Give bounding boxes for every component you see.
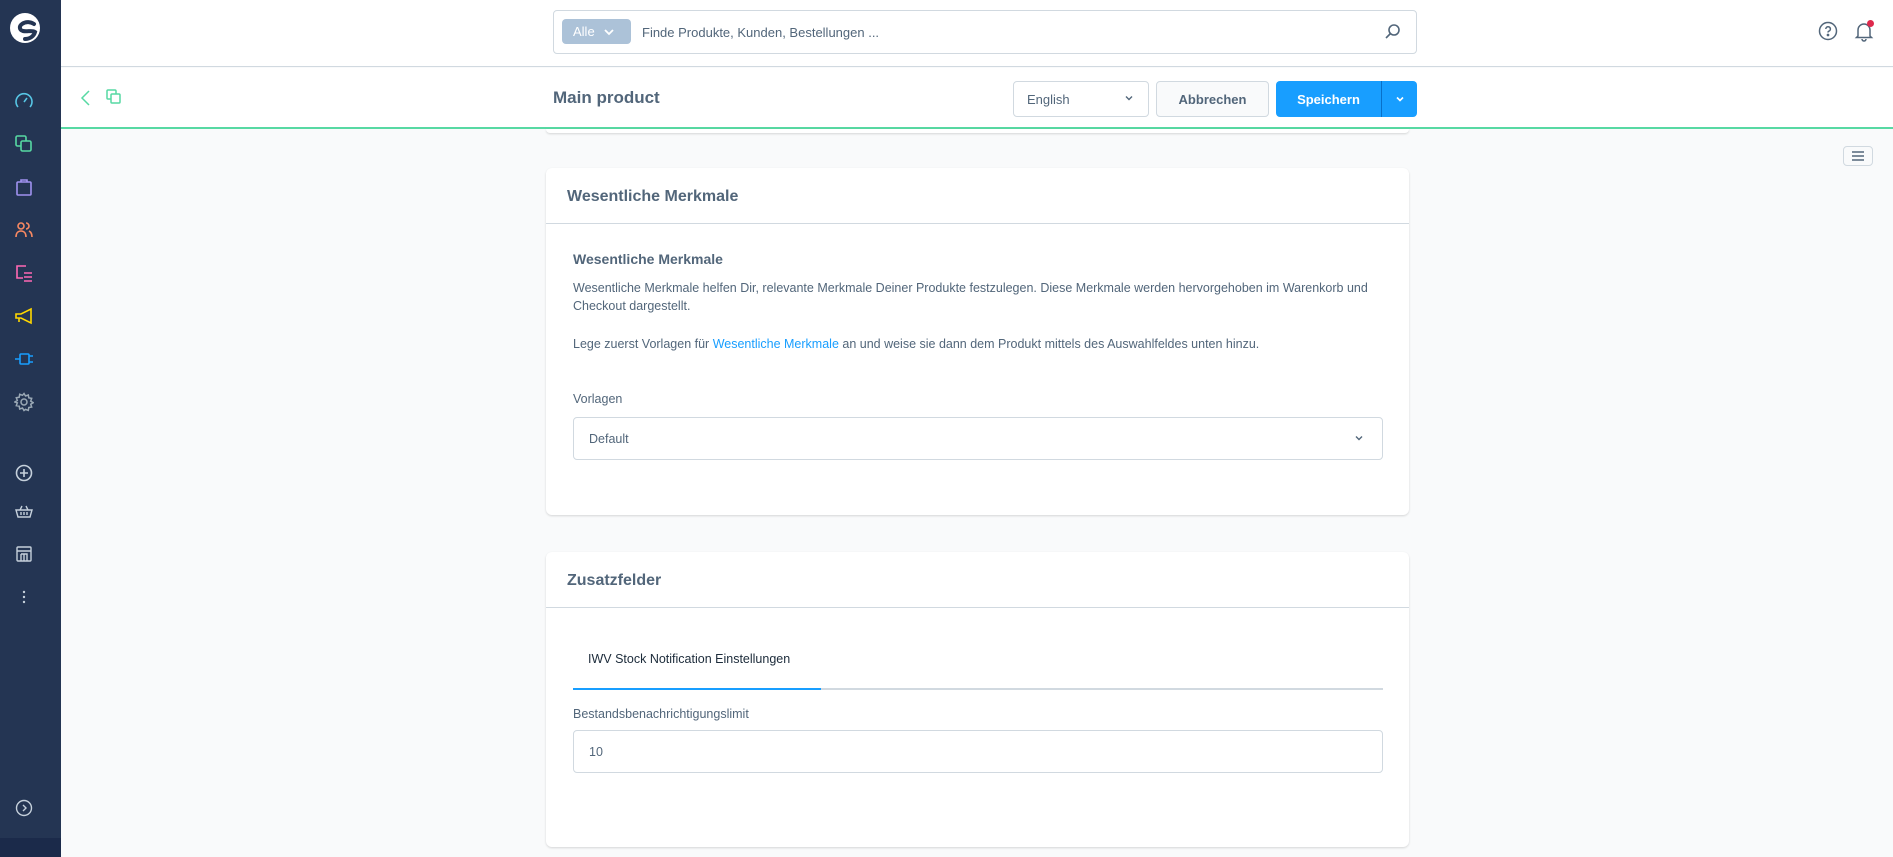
top-bar-actions [1817, 20, 1875, 42]
smart-bar: Main product English Abbrechen Speichern [61, 68, 1893, 129]
sidebar-item-dashboard[interactable] [13, 90, 35, 112]
tab-iwv-stock-notification[interactable]: IWV Stock Notification Einstellungen [573, 634, 821, 690]
chevron-down-icon [1355, 436, 1363, 441]
cancel-button[interactable]: Abbrechen [1156, 81, 1269, 117]
global-search: Alle [553, 10, 1417, 54]
sidebar-footer [0, 838, 61, 857]
top-bar: Alle [61, 0, 1893, 67]
section-title: Wesentliche Merkmale [573, 251, 723, 267]
sidebar-toggle-button[interactable] [1843, 146, 1873, 166]
dashboard-icon [15, 92, 33, 108]
sidebar-item-content[interactable] [13, 262, 35, 284]
card-title: Zusatzfelder [546, 552, 1409, 608]
sidebar-expand-button[interactable] [13, 797, 35, 819]
plus-circle-icon [15, 464, 33, 482]
notifications-button[interactable] [1853, 20, 1875, 42]
help-button[interactable] [1817, 20, 1839, 42]
sidebar-item-catalogues[interactable] [13, 133, 35, 155]
megaphone-icon [15, 307, 32, 325]
content-icon [16, 265, 32, 282]
search-input[interactable] [642, 19, 1372, 45]
plug-icon [15, 353, 33, 365]
help-circle-icon [1818, 21, 1838, 41]
storefront-icon [16, 546, 32, 562]
hint-text-before: Lege zuerst Vorlagen für [573, 337, 713, 351]
language-switch[interactable]: English [1013, 81, 1149, 117]
menu-icon [1852, 151, 1864, 161]
back-arrow-icon[interactable] [79, 88, 93, 108]
stock-notification-limit-input[interactable] [573, 730, 1383, 773]
sidebar-add-sales-channel[interactable] [13, 462, 35, 484]
gear-icon [14, 392, 34, 412]
card-title: Wesentliche Merkmale [546, 168, 1409, 224]
admin-sidebar [0, 0, 61, 857]
basket-icon [15, 505, 33, 518]
templates-label: Vorlagen [573, 392, 623, 406]
shopware-logo-icon[interactable] [9, 12, 41, 44]
sidebar-item-settings[interactable] [13, 391, 35, 413]
save-options-button[interactable] [1381, 81, 1417, 117]
chevron-down-icon [1395, 96, 1404, 102]
previous-card-edge [546, 129, 1409, 133]
shopping-bag-icon [16, 179, 32, 196]
chevron-down-icon [604, 28, 614, 35]
hint-text-after: an und weise sie dann dem Produkt mittel… [838, 337, 1260, 351]
chevron-down-icon [1125, 96, 1133, 101]
catalogues-icon [15, 135, 32, 152]
search-type-label: Alle [573, 24, 595, 39]
essential-features-card: Wesentliche Merkmale Wesentliche Merkmal… [546, 168, 1409, 515]
chevron-right-circle-icon [15, 799, 33, 817]
sidebar-sales-channel-storefront[interactable] [13, 500, 35, 522]
search-icon[interactable] [1384, 23, 1402, 41]
stock-notification-limit-label: Bestandsbenachrichtigungslimit [573, 707, 749, 721]
language-value: English [1027, 91, 1070, 107]
notification-badge [1867, 20, 1874, 27]
search-type-dropdown[interactable]: Alle [562, 19, 631, 44]
sidebar-item-customers[interactable] [13, 219, 35, 241]
section-hint: Lege zuerst Vorlagen für Wesentliche Mer… [573, 337, 1259, 351]
customers-icon [15, 222, 33, 238]
sidebar-item-orders[interactable] [13, 176, 35, 198]
templates-value: Default [589, 431, 629, 446]
more-vertical-icon [22, 590, 26, 604]
custom-field-set-tabs: IWV Stock Notification Einstellungen [573, 634, 1383, 690]
duplicate-icon[interactable] [105, 88, 123, 106]
sidebar-sales-channel-shop[interactable] [13, 543, 35, 565]
sidebar-item-extensions[interactable] [13, 348, 35, 370]
essential-features-link[interactable]: Wesentliche Merkmale [713, 337, 839, 351]
save-button[interactable]: Speichern [1276, 81, 1381, 117]
page-title: Main product [553, 88, 660, 107]
custom-fields-card: Zusatzfelder IWV Stock Notification Eins… [546, 552, 1409, 847]
section-description: Wesentliche Merkmale helfen Dir, relevan… [573, 281, 1368, 313]
sidebar-more[interactable] [13, 586, 35, 608]
templates-select[interactable]: Default [573, 417, 1383, 460]
sidebar-item-marketing[interactable] [13, 305, 35, 327]
